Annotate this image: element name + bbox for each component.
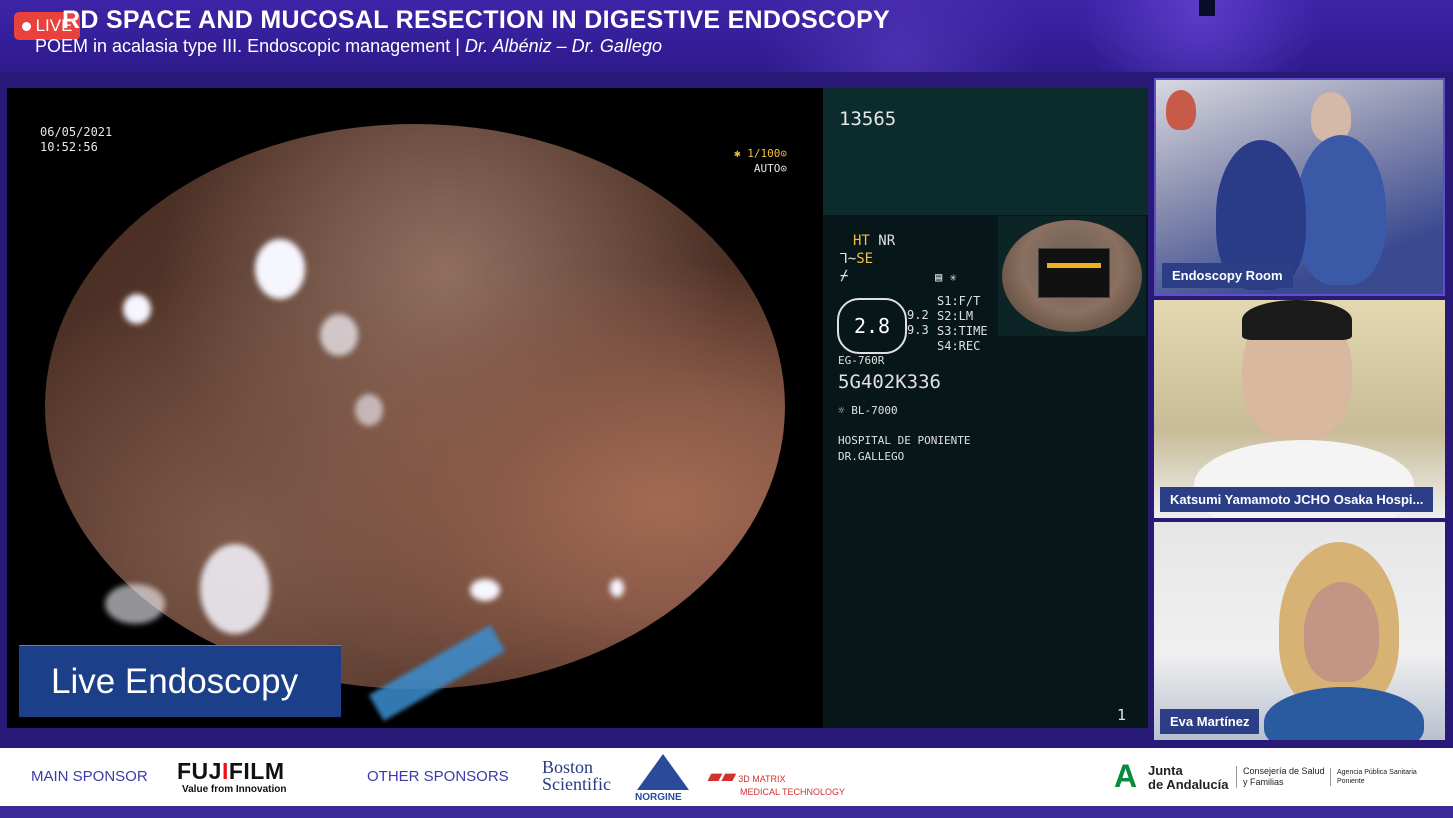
memory-icon: ▤ ✳ — [935, 270, 957, 284]
live-dot-icon — [21, 21, 31, 31]
matrix-text: 3D MATRIX — [738, 774, 786, 784]
participant-body — [1264, 687, 1424, 740]
agencia-logo: Agencia Pública Sanitaria Poniente — [1330, 768, 1417, 786]
participant-hair — [1242, 300, 1352, 340]
scope-serial: 5G402K336 — [838, 371, 941, 393]
stream-header: LIVE RD SPACE AND MUCOSAL RESECTION IN D… — [0, 0, 1453, 72]
boston-scientific-logo[interactable]: Boston Scientific — [542, 758, 611, 794]
participant-tile-katsumi[interactable]: Katsumi Yamamoto JCHO Osaka Hospi... — [1154, 300, 1445, 518]
consejeria-line: Consejería de Salud — [1243, 766, 1325, 776]
junta-andalucia-logo[interactable]: Junta de Andalucía — [1148, 764, 1228, 792]
3d-matrix-logo[interactable]: ▰▰ 3D MATRIX MEDICAL TECHNOLOGY — [708, 766, 845, 797]
matrix-mark-icon: ▰▰ — [708, 766, 736, 786]
reflection — [470, 579, 500, 601]
video-datetime: 06/05/2021 10:52:56 — [40, 125, 112, 155]
switch-item: S2:LM — [937, 309, 974, 323]
gauge-reading: 9.3 — [907, 323, 929, 337]
reflection — [255, 239, 305, 299]
patient-id: 13565 — [839, 108, 897, 130]
junta-a-icon: A — [1114, 758, 1138, 794]
participant-body — [1296, 135, 1386, 285]
reflection — [123, 294, 151, 324]
scope-info-panel: 13565 HT NR ⅂~SE ⌿ ▤ ✳ 2.8 9.2 9.3 S1:F/… — [823, 88, 1148, 728]
reflection — [610, 579, 624, 597]
pip-thumbnail — [998, 216, 1146, 336]
ht-label: HT — [853, 233, 870, 249]
boston-line: Scientific — [542, 774, 611, 794]
zoom-indicator: ✱ 1/100⊙ AUTO⊙ — [734, 146, 787, 176]
sponsor-bar: MAIN SPONSOR FUJIFILM Value from Innovat… — [0, 748, 1453, 806]
ht-nr: HT NR — [853, 233, 895, 249]
hospital-name: HOSPITAL DE PONIENTE — [838, 434, 971, 447]
pip-bar — [1047, 263, 1101, 268]
doctor-name: DR.GALLEGO — [838, 450, 905, 463]
bottom-strip — [0, 806, 1453, 818]
subtitle-authors: Dr. Albéniz – Dr. Gallego — [464, 36, 662, 56]
participant-tile-eva[interactable]: Eva Martínez — [1154, 522, 1445, 740]
switch-list: S1:F/T S2:LM S3:TIME S4:REC — [937, 294, 988, 354]
participant-tile-endoscopy-room[interactable]: Endoscopy Room — [1154, 78, 1445, 296]
gauge-value: 2.8 — [837, 298, 907, 354]
endoscope-view — [45, 124, 785, 689]
fujifilm-text: FUJ — [177, 758, 222, 784]
norgine-sail-icon — [637, 754, 689, 790]
endoscopy-video[interactable]: 06/05/2021 10:52:56 ✱ 1/100⊙ AUTO⊙ 13565… — [7, 88, 1148, 728]
fujifilm-logo[interactable]: FUJIFILM — [177, 758, 285, 785]
live-endoscopy-banner: Live Endoscopy — [19, 645, 341, 717]
participant-name-tag: Endoscopy Room — [1162, 263, 1293, 288]
agencia-line: Agencia Pública Sanitaria — [1337, 769, 1417, 776]
switch-item: S3:TIME — [937, 324, 988, 338]
light-source-label: BL-7000 — [851, 404, 898, 417]
switch-item: S1:F/T — [937, 294, 981, 308]
consejeria-logo: Consejería de Salud y Familias — [1236, 766, 1325, 788]
participant-cap — [1166, 90, 1196, 130]
scope-model: EG-760R — [838, 354, 885, 367]
junta-line: de Andalucía — [1148, 777, 1229, 792]
participant-head — [1304, 582, 1379, 682]
participant-name-tag: Katsumi Yamamoto JCHO Osaka Hospi... — [1160, 487, 1434, 512]
sun-icon: ☼ — [838, 404, 845, 417]
patient-box: 13565 — [823, 88, 1148, 215]
hospital-info: HOSPITAL DE PONIENTE DR.GALLEGO — [838, 433, 970, 465]
participant-name-tag: Eva Martínez — [1160, 709, 1260, 734]
main-sponsor-label: MAIN SPONSOR — [31, 768, 148, 785]
consejeria-line: y Familias — [1243, 777, 1284, 787]
gauge-reading: 9.2 — [907, 308, 929, 322]
fujifilm-tagline: Value from Innovation — [182, 784, 287, 795]
norgine-logo[interactable]: NORGINE — [635, 792, 682, 803]
structure-icon: ⅂~ — [840, 251, 857, 267]
auto-mode: AUTO⊙ — [753, 162, 787, 175]
nr-label: NR — [878, 233, 896, 249]
session-subtitle: POEM in acalasia type III. Endoscopic ma… — [35, 36, 662, 57]
gauge-readings: 9.2 9.3 — [907, 308, 929, 338]
reflection — [355, 394, 383, 426]
switch-item: S4:REC — [937, 339, 981, 353]
pip-screen — [1038, 248, 1110, 298]
agencia-line: Poniente — [1337, 778, 1365, 785]
matrix-sub: MEDICAL TECHNOLOGY — [740, 787, 846, 797]
page-number: 1 — [1116, 706, 1126, 724]
corner-square — [1199, 0, 1215, 16]
light-source: ☼ BL-7000 — [838, 404, 898, 417]
fujifilm-i: I — [221, 758, 229, 784]
shutter-value: ✱ 1/100⊙ — [734, 147, 787, 160]
reflection — [320, 314, 358, 356]
junta-line: Junta — [1148, 763, 1183, 778]
subtitle-main: POEM in acalasia type III. Endoscopic ma… — [35, 36, 465, 56]
session-title: RD SPACE AND MUCOSAL RESECTION IN DIGEST… — [62, 6, 891, 34]
reflection — [200, 544, 270, 634]
other-sponsors-label: OTHER SPONSORS — [367, 768, 509, 785]
video-date: 06/05/2021 — [40, 125, 113, 139]
fujifilm-text: FILM — [228, 758, 285, 784]
flash-icon: ⌿ — [840, 268, 849, 284]
se-indicator: ⅂~SE — [840, 251, 873, 267]
se-label: SE — [856, 251, 874, 267]
video-time: 10:52:56 — [40, 140, 98, 154]
reflection — [105, 584, 165, 624]
